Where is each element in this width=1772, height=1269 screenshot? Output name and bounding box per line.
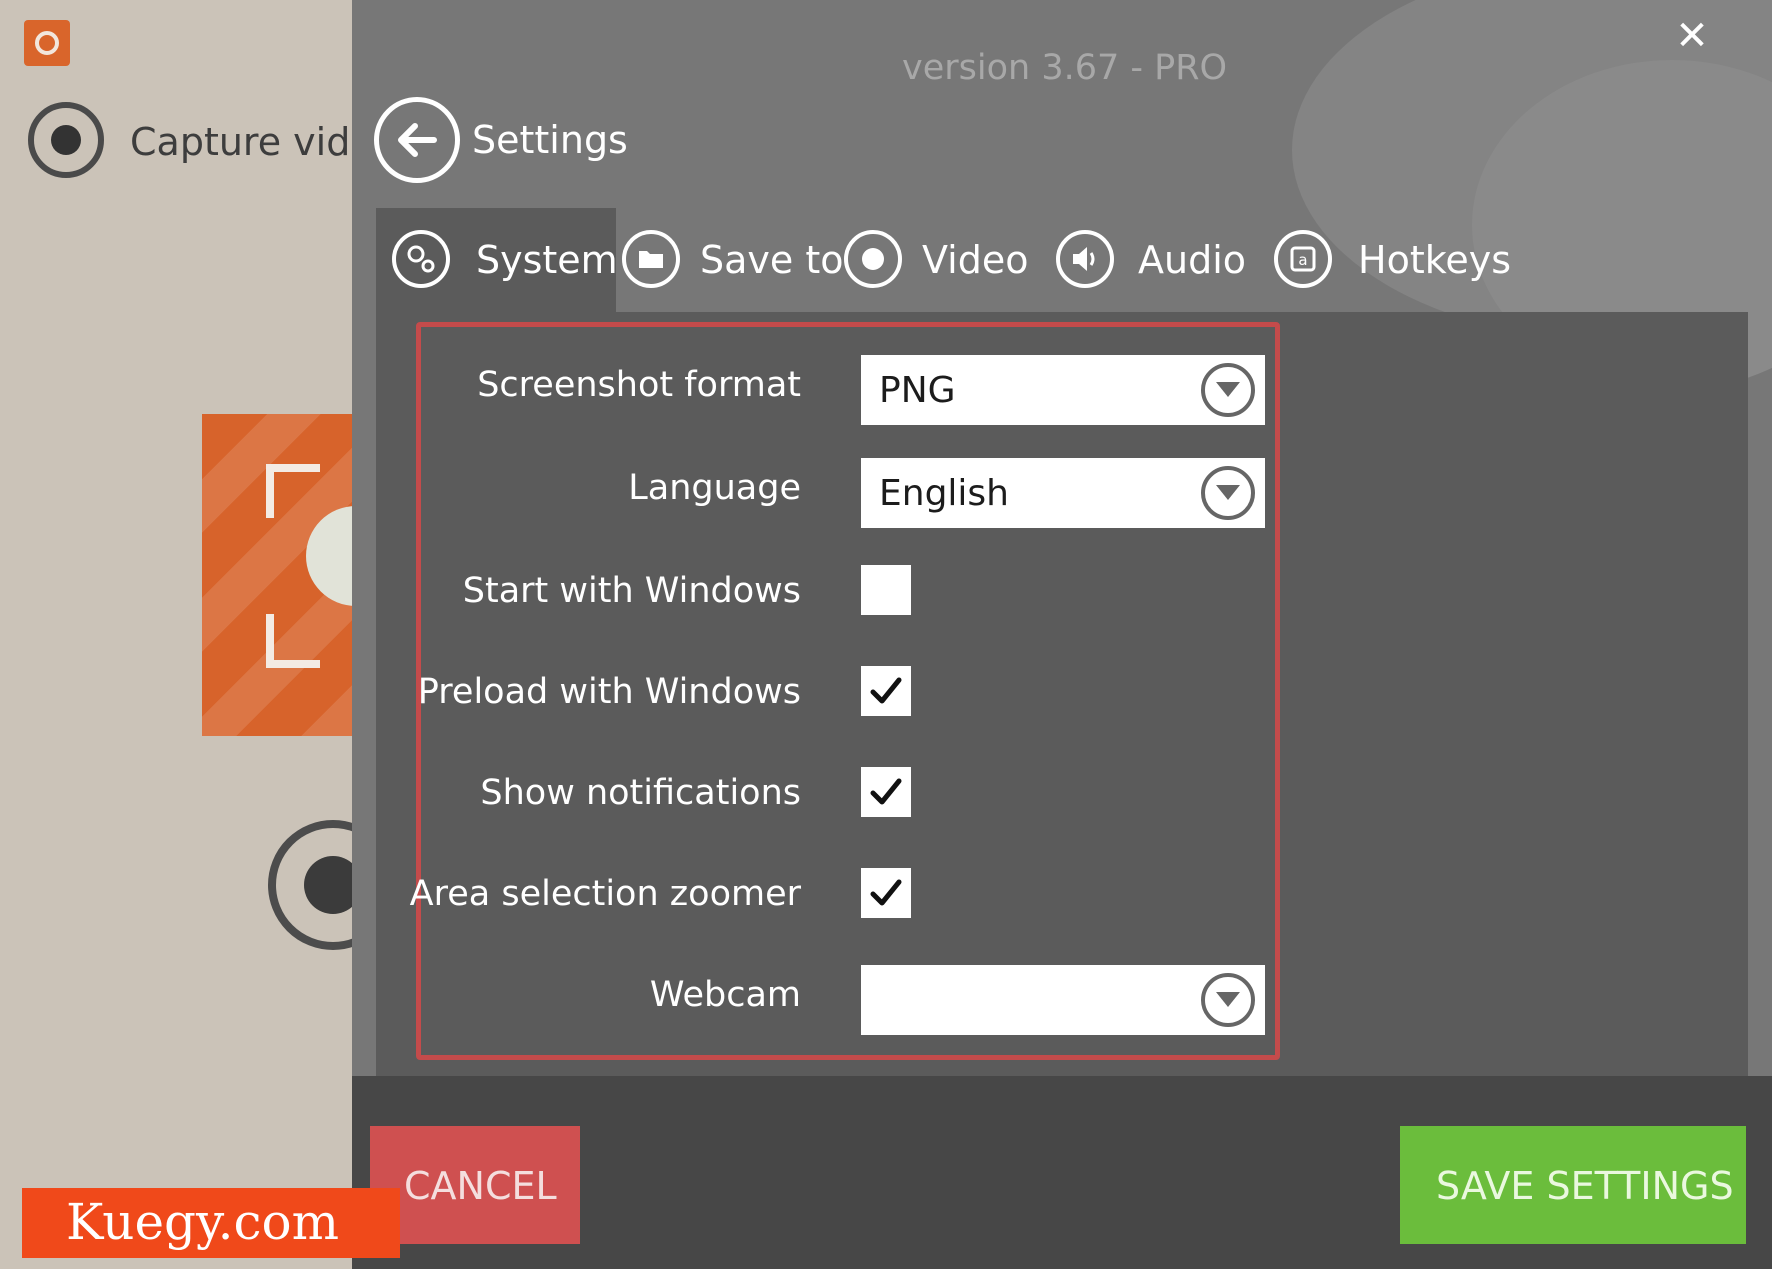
tab-label: Audio [1138,238,1247,282]
webcam-row: Webcam [421,957,1281,1037]
show-notifications-row: Show notifications [421,755,1281,835]
cancel-button-label: CANCEL [404,1164,557,1208]
system-settings-content: Screenshot format PNG Language English S… [376,312,1748,1076]
tab-audio[interactable]: Audio [1050,208,1270,312]
camera-corner-decoration [266,614,320,668]
webcam-select[interactable] [861,965,1265,1035]
preload-with-windows-row: Preload with Windows [417,654,1281,734]
tab-save-to[interactable]: Save to [616,208,844,312]
tab-label: System [476,238,618,282]
chevron-down-icon[interactable] [1201,466,1255,520]
language-select[interactable]: English [861,458,1265,528]
preload-with-windows-checkbox[interactable] [861,666,911,716]
tab-label: Video [922,238,1029,282]
tab-label: Save to [700,238,844,282]
tab-hotkeys[interactable]: a Hotkeys [1270,208,1512,312]
camera-corner-decoration [266,464,320,518]
record-icon [844,230,902,288]
tab-system[interactable]: System [376,208,618,312]
version-label: version 3.67 - PRO [902,48,1228,88]
screenshot-format-select[interactable]: PNG [861,355,1265,425]
footer-bar: CANCEL SAVE SETTINGS [352,1076,1772,1269]
preload-with-windows-label: Preload with Windows [417,672,801,712]
capture-video-label: Capture video [130,120,360,164]
cancel-button[interactable]: CANCEL [370,1126,580,1244]
close-button[interactable]: ✕ [1670,14,1714,58]
area-selection-zoomer-row: Area selection zoomer [410,856,1281,936]
checkmark-icon [870,677,902,704]
gears-icon [392,230,450,288]
capture-video-radio-icon[interactable] [28,102,104,178]
area-selection-zoomer-checkbox[interactable] [861,868,911,918]
key-icon: a [1274,230,1332,288]
start-with-windows-row: Start with Windows [421,553,1281,633]
chevron-down-icon[interactable] [1201,973,1255,1027]
screenshot-format-row: Screenshot format PNG [421,347,1281,427]
arrow-left-icon [398,123,437,157]
folder-icon [622,230,680,288]
screenshot-format-label: Screenshot format [477,365,801,405]
record-button-icon[interactable] [268,820,360,950]
chevron-down-icon[interactable] [1201,363,1255,417]
save-settings-button[interactable]: SAVE SETTINGS [1400,1126,1746,1244]
watermark: Kuegy.com [22,1188,400,1258]
language-row: Language English [421,450,1281,530]
settings-window: ✕ version 3.67 - PRO Settings System Sav… [352,0,1772,1269]
speaker-icon [1056,230,1114,288]
save-settings-button-label: SAVE SETTINGS [1436,1164,1734,1208]
app-logo-icon [24,20,70,66]
settings-panel: Screenshot format PNG Language English S… [410,322,1281,1060]
watermark-text: Kuegy.com [66,1193,340,1251]
show-notifications-label: Show notifications [480,773,801,813]
checkmark-icon [870,778,902,805]
back-button[interactable] [374,97,460,183]
area-selection-zoomer-label: Area selection zoomer [409,874,801,914]
tab-label: Hotkeys [1358,238,1512,282]
language-value: English [879,473,1009,514]
start-with-windows-checkbox[interactable] [861,565,911,615]
language-label: Language [628,468,801,508]
camera-logo-icon [202,414,360,736]
page-title: Settings [472,118,628,162]
webcam-label: Webcam [649,975,801,1015]
background-app: Capture video [0,0,360,1269]
tab-video[interactable]: Video [840,208,1050,312]
screenshot-format-value: PNG [879,370,956,411]
start-with-windows-label: Start with Windows [462,571,801,611]
svg-text:a: a [1298,251,1307,269]
checkmark-icon [870,879,902,906]
show-notifications-checkbox[interactable] [861,767,911,817]
